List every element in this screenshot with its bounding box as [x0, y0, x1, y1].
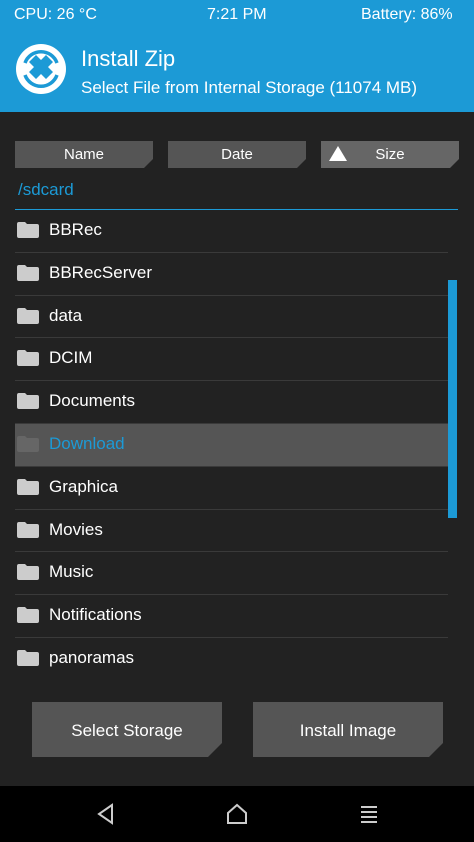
file-row[interactable]: Graphica: [15, 467, 448, 510]
file-row[interactable]: Music: [15, 552, 448, 596]
file-row[interactable]: Notifications: [15, 595, 448, 638]
install-image-button[interactable]: Install Image: [253, 702, 443, 757]
file-name: panoramas: [49, 647, 135, 667]
battery-level: Battery: 86%: [361, 6, 453, 23]
clock: 7:21 PM: [207, 6, 267, 23]
file-row[interactable]: Documents: [15, 381, 448, 424]
header: Install Zip Select File from Internal St…: [0, 32, 474, 112]
folder-icon: [17, 521, 39, 538]
page-title: Install Zip: [81, 46, 176, 71]
file-row[interactable]: BBRec: [15, 210, 448, 253]
file-row[interactable]: data: [15, 296, 448, 339]
sort-by-name-button[interactable]: Name: [15, 141, 153, 168]
folder-icon: [17, 478, 39, 495]
file-row[interactable]: DCIM: [15, 338, 448, 382]
folder-icon: [17, 649, 39, 666]
home-icon[interactable]: [225, 802, 249, 826]
file-name: Notifications: [49, 605, 142, 625]
file-name: Music: [49, 562, 94, 582]
folder-icon: [17, 607, 39, 624]
file-name: Download: [49, 433, 125, 453]
install-image-label: Install Image: [299, 721, 397, 740]
select-storage-label: Select Storage: [71, 721, 183, 740]
file-row[interactable]: panoramas: [15, 638, 448, 680]
page-subtitle: Select File from Internal Storage (11074…: [81, 78, 418, 97]
scrollbar[interactable]: [448, 280, 457, 518]
file-row[interactable]: Movies: [15, 510, 448, 553]
select-storage-button[interactable]: Select Storage: [32, 702, 222, 757]
navigation-bar: [0, 786, 474, 842]
folder-icon: [17, 264, 39, 281]
twrp-logo-icon: [16, 44, 66, 94]
folder-icon: [17, 350, 39, 367]
sort-by-size-button[interactable]: Size: [321, 141, 459, 168]
sort-by-date-button[interactable]: Date: [168, 141, 306, 168]
folder-icon: [17, 564, 39, 581]
folder-icon: [17, 393, 39, 410]
file-name: BBRec: [49, 220, 102, 239]
current-path: /sdcard: [18, 180, 74, 199]
sort-ascending-icon: [329, 146, 347, 161]
file-name: DCIM: [49, 348, 93, 368]
back-icon[interactable]: [94, 802, 118, 826]
file-list[interactable]: BBRec BBRecServer data DCIM Documents Downloa…: [15, 210, 448, 680]
sort-date-label: Date: [221, 146, 253, 163]
sort-size-label: Size: [375, 146, 405, 163]
sort-name-label: Name: [63, 146, 104, 163]
file-name: BBRecServer: [49, 262, 152, 282]
cpu-temp: CPU: 26 °C: [14, 6, 97, 23]
menu-icon[interactable]: [357, 802, 381, 826]
file-name: Graphica: [49, 476, 118, 496]
file-name: data: [49, 305, 83, 325]
file-name: Documents: [49, 391, 135, 411]
folder-icon: [17, 307, 39, 324]
folder-icon: [17, 435, 39, 452]
file-row[interactable]: BBRecServer: [15, 253, 448, 296]
status-bar: CPU: 26 °C 7:21 PM Battery: 86%: [0, 0, 474, 32]
file-name: Movies: [49, 519, 103, 539]
file-row[interactable]: Download: [15, 423, 448, 467]
folder-icon: [17, 222, 39, 238]
